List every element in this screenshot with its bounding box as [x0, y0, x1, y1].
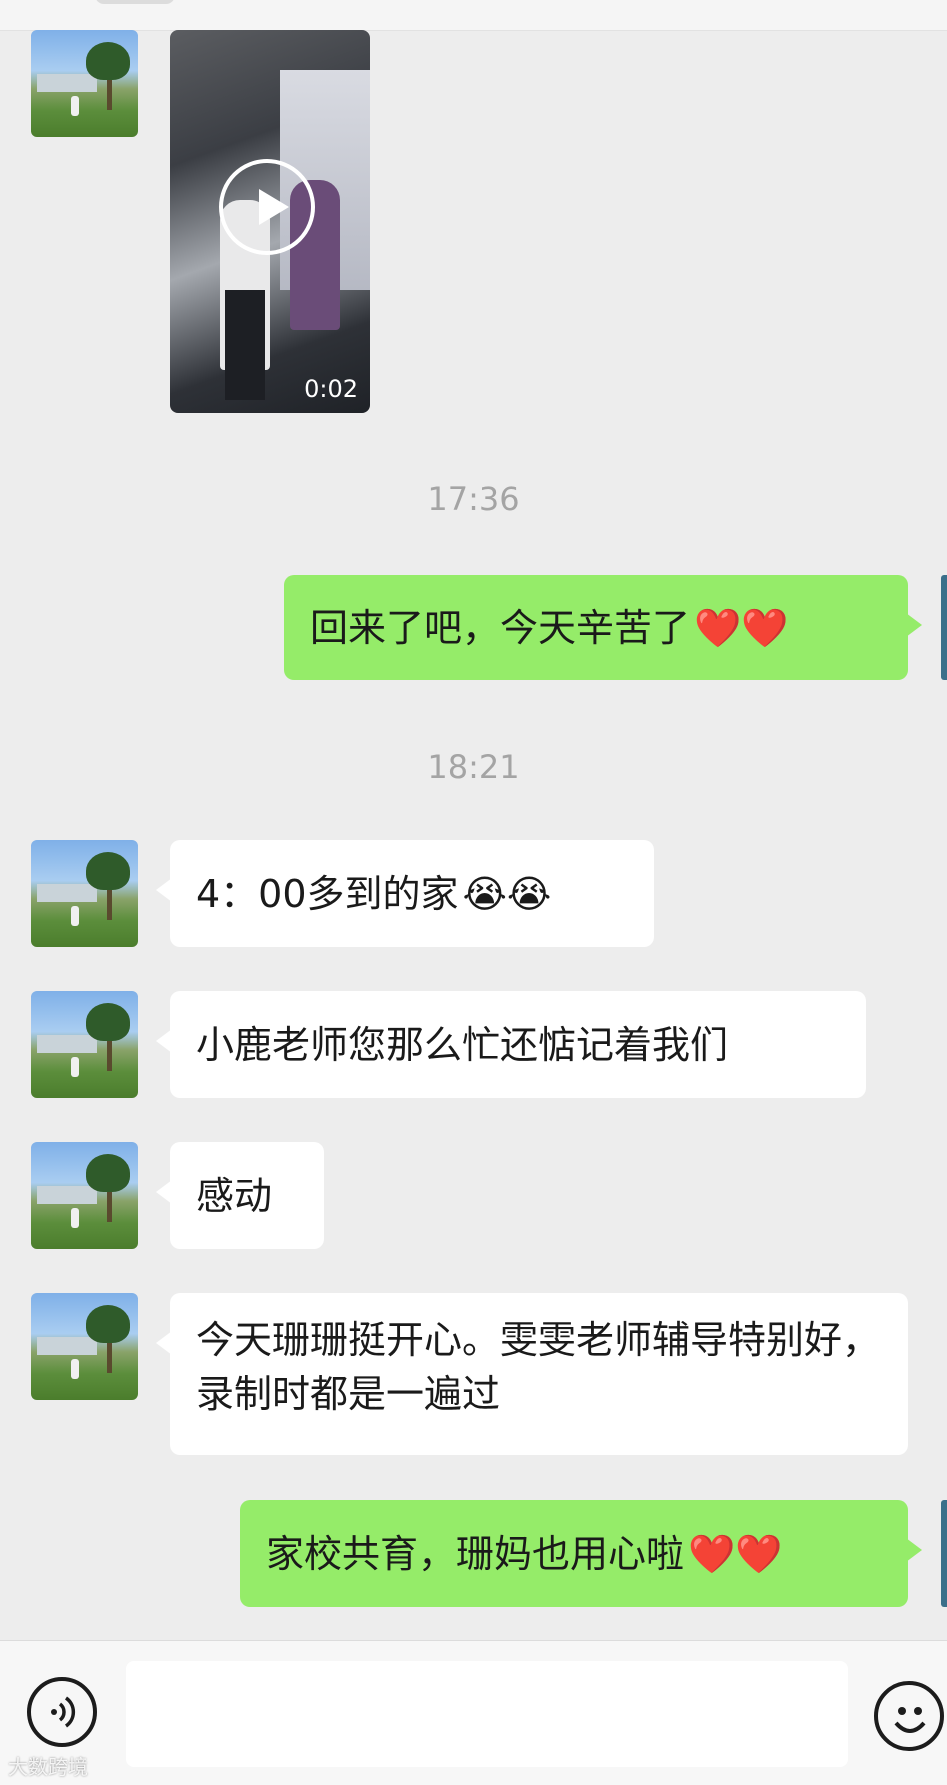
- message-text: 感动: [196, 1173, 273, 1218]
- top-bar: [0, 0, 947, 31]
- message-bubble-outgoing[interactable]: 家校共育，珊妈也用心啦 ❤️❤️: [240, 1500, 922, 1607]
- message-text: 今天珊珊挺开心。雯雯老师辅导特别好，录制时都是一遍过: [196, 1318, 881, 1416]
- message-text: 家校共育，珊妈也用心啦: [266, 1531, 685, 1576]
- top-pill: [95, 0, 175, 4]
- self-avatar-edge: [941, 1500, 947, 1607]
- self-avatar-edge: [941, 575, 947, 680]
- message-bubble-incoming[interactable]: 4：00多到的家 😭😭: [156, 840, 654, 947]
- contact-avatar[interactable]: [31, 1142, 138, 1249]
- message-text: 4：00多到的家: [196, 871, 459, 916]
- message-text: 回来了吧，今天辛苦了: [310, 605, 691, 650]
- message-text: 小鹿老师您那么忙还惦记着我们: [196, 1022, 729, 1067]
- message-bubble-incoming[interactable]: 感动: [156, 1142, 324, 1249]
- contact-avatar[interactable]: [31, 840, 138, 947]
- contact-avatar[interactable]: [31, 991, 138, 1098]
- timestamp: 18:21: [427, 748, 520, 786]
- play-icon[interactable]: [219, 159, 315, 255]
- input-bar: [0, 1640, 947, 1785]
- hearts-emoji-icon: ❤️❤️: [694, 605, 789, 650]
- timestamp: 17:36: [427, 480, 520, 518]
- video-duration: 0:02: [304, 375, 358, 403]
- message-bubble-incoming[interactable]: 今天珊珊挺开心。雯雯老师辅导特别好，录制时都是一遍过: [156, 1293, 908, 1455]
- watermark: 大数跨境: [8, 1755, 88, 1779]
- contact-avatar[interactable]: [31, 1293, 138, 1400]
- message-bubble-outgoing[interactable]: 回来了吧，今天辛苦了 ❤️❤️: [284, 575, 922, 680]
- crying-emoji-icon: 😭😭: [462, 871, 552, 916]
- message-input[interactable]: [126, 1661, 848, 1767]
- hearts-emoji-icon: ❤️❤️: [688, 1531, 783, 1576]
- video-message[interactable]: 0:02: [170, 30, 370, 413]
- contact-avatar[interactable]: [31, 30, 138, 137]
- message-bubble-incoming[interactable]: 小鹿老师您那么忙还惦记着我们: [156, 991, 866, 1098]
- voice-icon[interactable]: [27, 1677, 97, 1747]
- emoji-face-icon[interactable]: [874, 1681, 944, 1751]
